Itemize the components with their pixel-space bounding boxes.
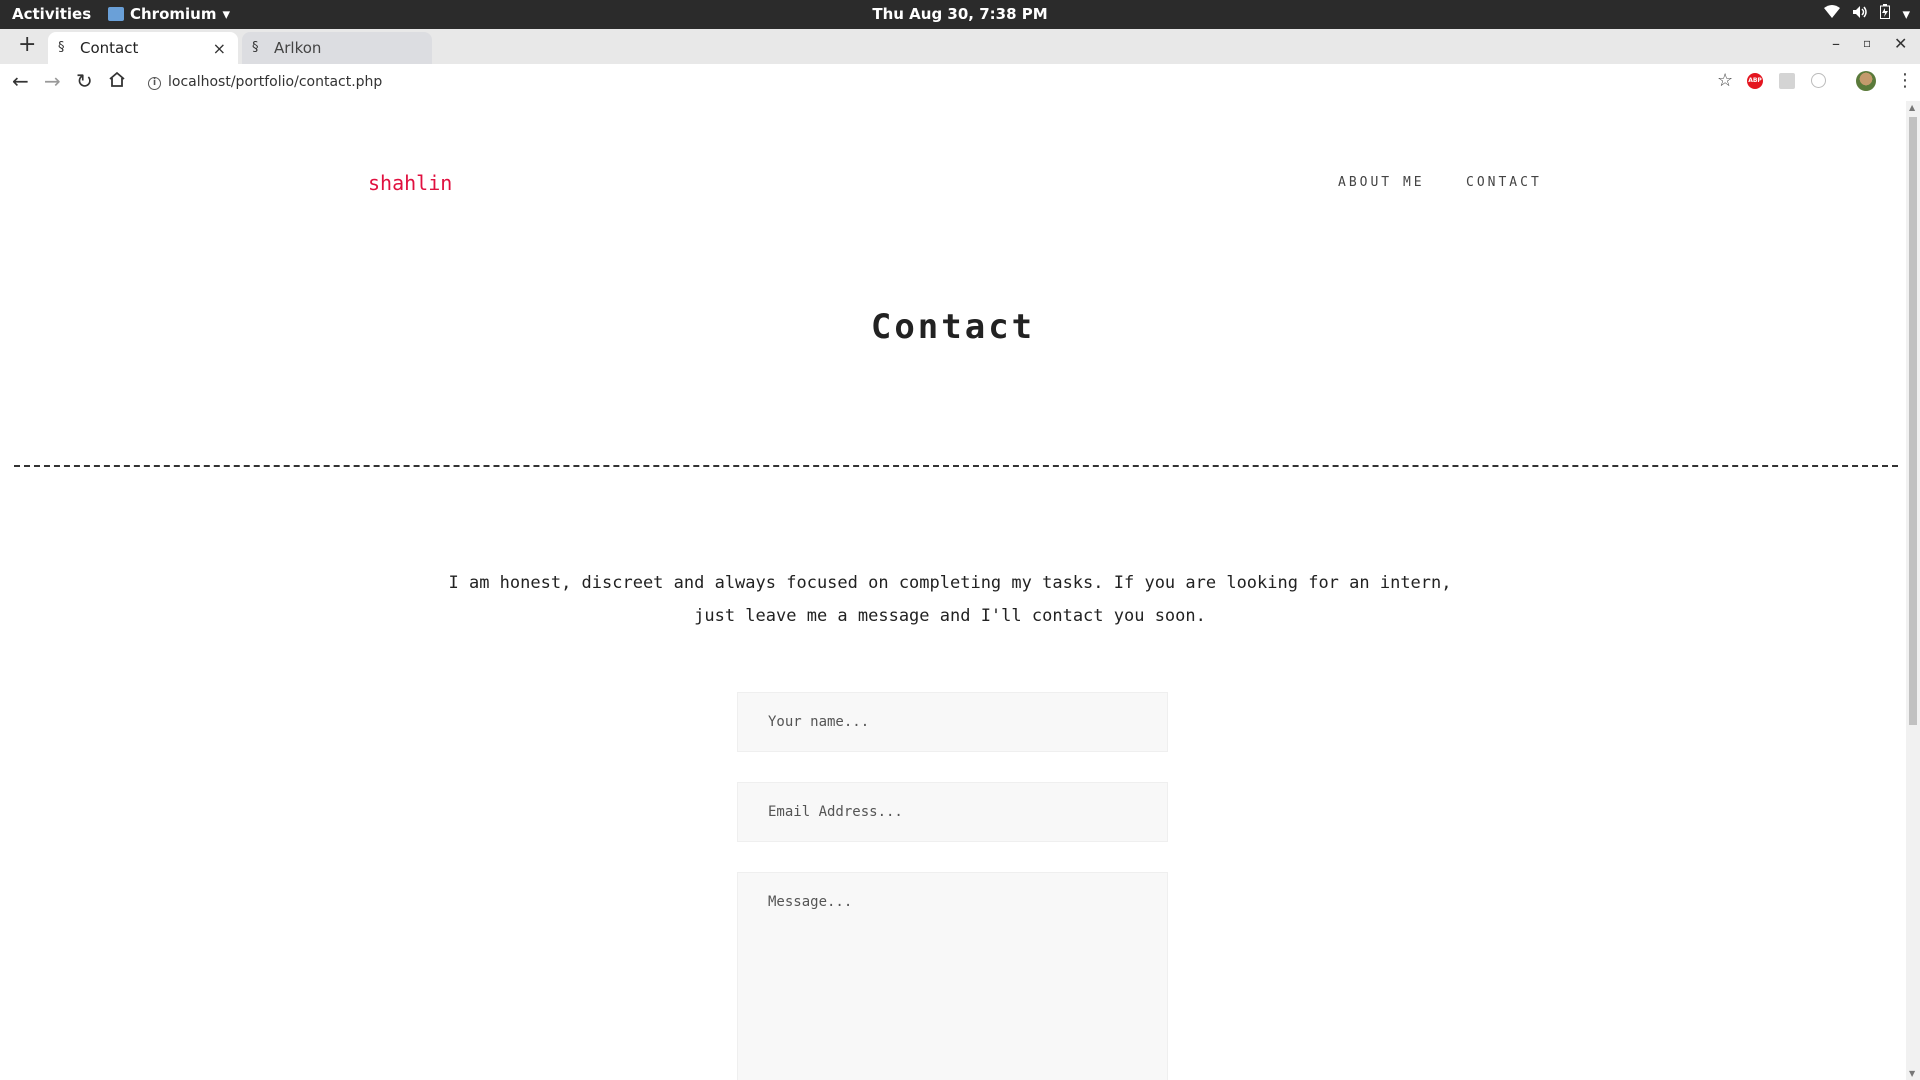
home-icon[interactable] [108,71,126,91]
volume-icon [1852,5,1868,23]
clock[interactable]: Thu Aug 30, 7:38 PM [0,5,1920,23]
system-menu-icon: ▾ [1902,4,1910,23]
forward-icon[interactable]: → [44,71,61,91]
reload-icon[interactable]: ↻ [76,71,93,91]
wifi-icon [1824,4,1841,23]
email-input[interactable] [737,782,1168,842]
adblock-icon[interactable]: ABP [1747,73,1763,89]
battery-icon [1880,4,1891,23]
activities-button[interactable]: Activities [12,5,91,23]
browser-toolbar: ← → ↻ i localhost/portfolio/contact.php … [0,64,1920,102]
system-tray[interactable]: ▾ [1824,4,1910,23]
minimize-window-button[interactable]: – [1832,34,1840,53]
new-tab-button[interactable]: + [18,33,36,57]
extension-circle-icon[interactable] [1811,73,1826,88]
tab-title: Contact [80,39,139,57]
tab-contact[interactable]: § Contact × [48,32,238,64]
close-tab-icon[interactable]: × [213,39,226,58]
nav-contact[interactable]: CONTACT [1466,175,1542,190]
name-input[interactable] [737,692,1168,752]
tab-title: Arlkon [274,39,322,57]
system-top-bar: Activities Chromium ▾ Thu Aug 30, 7:38 P… [0,0,1920,29]
page-title: Contact [870,307,1036,347]
scroll-up-arrow-icon[interactable]: ▲ [1909,103,1915,112]
maximize-window-button[interactable]: ▫ [1863,36,1871,50]
intro-text: I am honest, discreet and always focused… [440,567,1460,633]
page-scrollbar[interactable]: ▲ ▼ [1906,101,1920,1080]
app-menu-label: Chromium [130,5,217,23]
nav-about-me[interactable]: ABOUT ME [1338,175,1425,190]
tab-arlkon[interactable]: § Arlkon [242,32,432,64]
close-window-button[interactable]: ✕ [1894,34,1907,53]
chromium-app-icon [108,7,124,21]
extension-icon[interactable] [1779,73,1795,89]
intro-line-1: I am honest, discreet and always focused… [448,573,1452,593]
profile-avatar[interactable] [1856,71,1876,91]
intro-line-2: just leave me a message and I'll contact… [694,606,1206,626]
message-textarea[interactable] [737,872,1168,1080]
scrollbar-thumb[interactable] [1909,117,1917,725]
app-menu[interactable]: Chromium ▾ [108,5,230,23]
scroll-down-arrow-icon[interactable]: ▼ [1909,1069,1915,1078]
site-info-icon[interactable]: i [148,77,161,90]
favicon-icon: § [58,40,65,55]
dashed-divider [14,465,1898,467]
address-bar[interactable]: localhost/portfolio/contact.php [168,74,382,90]
chevron-down-icon: ▾ [222,5,231,23]
bookmark-star-icon[interactable]: ☆ [1717,70,1733,91]
site-brand-link[interactable]: shahlin [368,171,452,195]
favicon-icon: § [252,40,259,55]
tab-strip: + § Contact × § Arlkon – ▫ ✕ [0,29,1920,64]
page-viewport: shahlin ABOUT ME CONTACT Contact I am ho… [0,101,1906,1080]
back-icon[interactable]: ← [12,71,29,91]
menu-icon[interactable]: ⋮ [1896,70,1914,91]
